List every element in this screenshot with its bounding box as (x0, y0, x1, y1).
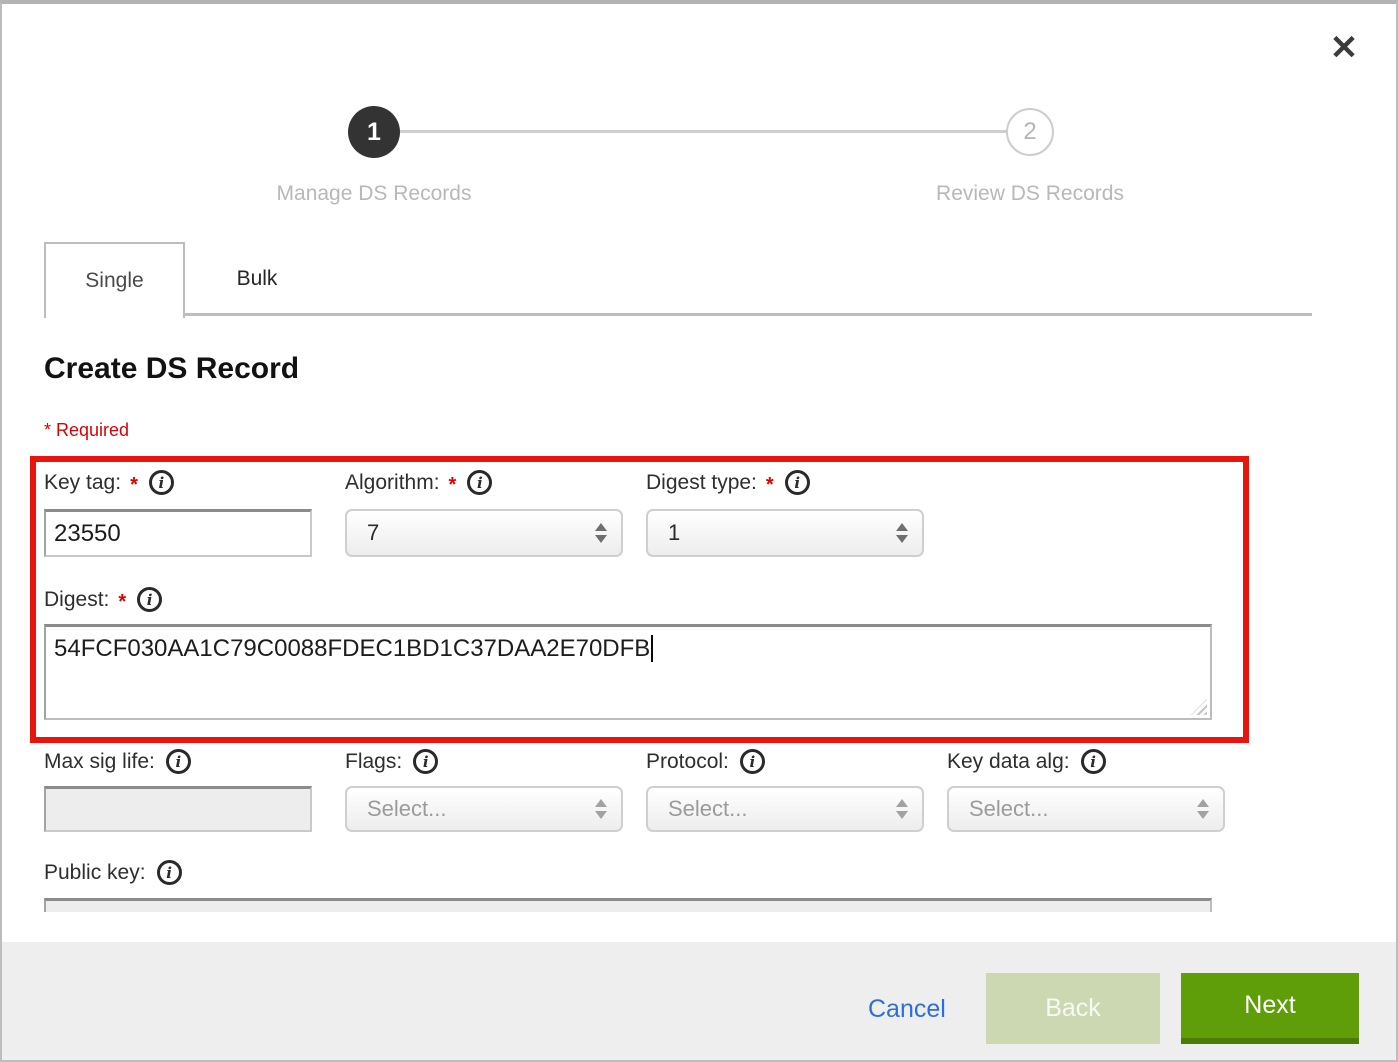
digest-type-select[interactable]: 1 (646, 509, 924, 557)
digest-info-icon[interactable]: i (137, 587, 162, 612)
page-title: Create DS Record (44, 352, 299, 386)
key-data-alg-label: Key data alg: i (947, 749, 1106, 774)
protocol-select-value: Select... (668, 796, 747, 822)
public-key-label-text: Public key: (44, 861, 146, 885)
flags-info-icon[interactable]: i (413, 749, 438, 774)
digest-type-label: Digest type: * i (646, 470, 810, 495)
flags-select[interactable]: Select... (345, 786, 623, 832)
key-tag-input[interactable] (44, 509, 312, 557)
algorithm-select-value: 7 (367, 520, 379, 546)
key-data-alg-label-text: Key data alg: (947, 750, 1070, 774)
protocol-label: Protocol: i (646, 749, 765, 774)
public-key-textarea[interactable] (44, 898, 1212, 912)
key-tag-label: Key tag: * i (44, 470, 174, 495)
algorithm-label: Algorithm: * i (345, 470, 492, 495)
key-tag-info-icon[interactable]: i (149, 470, 174, 495)
key-tag-required-star: * (130, 474, 138, 497)
tab-single[interactable]: Single (44, 242, 185, 318)
close-icon[interactable]: ✕ (1320, 24, 1368, 72)
select-arrows-icon (595, 523, 607, 543)
stepper-connector (374, 130, 1032, 133)
max-sig-life-label: Max sig life: i (44, 749, 191, 774)
required-note: * Required (44, 420, 129, 441)
digest-textarea-value: 54FCF030AA1C79C0088FDEC1BD1C37DAA2E70DFB (54, 635, 650, 662)
key-tag-label-text: Key tag: (44, 471, 121, 495)
algorithm-label-text: Algorithm: (345, 471, 440, 495)
stepper-step-1-circle: 1 (348, 106, 400, 158)
text-cursor (651, 635, 653, 662)
public-key-info-icon[interactable]: i (157, 860, 182, 885)
digest-label-text: Digest: (44, 588, 109, 612)
select-arrows-icon (896, 799, 908, 819)
stepper-step-1-label: Manage DS Records (224, 182, 524, 206)
digest-type-select-value: 1 (668, 520, 680, 546)
protocol-info-icon[interactable]: i (740, 749, 765, 774)
flags-select-value: Select... (367, 796, 446, 822)
digest-type-label-text: Digest type: (646, 471, 757, 495)
flags-label: Flags: i (345, 749, 438, 774)
next-button[interactable]: Next (1181, 973, 1359, 1044)
digest-type-info-icon[interactable]: i (785, 470, 810, 495)
back-button[interactable]: Back (986, 973, 1160, 1044)
algorithm-required-star: * (449, 474, 457, 497)
digest-label: Digest: * i (44, 587, 162, 612)
select-arrows-icon (1197, 799, 1209, 819)
select-arrows-icon (896, 523, 908, 543)
stepper-step-2-label: Review DS Records (880, 182, 1180, 206)
select-arrows-icon (595, 799, 607, 819)
algorithm-select[interactable]: 7 (345, 509, 623, 557)
stepper-step-2-circle: 2 (1006, 108, 1054, 156)
textarea-resize-handle[interactable] (1191, 699, 1207, 715)
protocol-label-text: Protocol: (646, 750, 729, 774)
key-data-alg-info-icon[interactable]: i (1081, 749, 1106, 774)
tab-bulk[interactable]: Bulk (187, 242, 327, 316)
algorithm-info-icon[interactable]: i (467, 470, 492, 495)
digest-textarea[interactable]: 54FCF030AA1C79C0088FDEC1BD1C37DAA2E70DFB (44, 624, 1212, 720)
key-data-alg-select[interactable]: Select... (947, 786, 1225, 832)
key-data-alg-select-value: Select... (969, 796, 1048, 822)
flags-label-text: Flags: (345, 750, 402, 774)
max-sig-life-label-text: Max sig life: (44, 750, 155, 774)
create-ds-record-modal: ✕ 1 2 Manage DS Records Review DS Record… (0, 0, 1398, 1062)
cancel-button[interactable]: Cancel (862, 994, 952, 1025)
max-sig-life-info-icon[interactable]: i (166, 749, 191, 774)
digest-required-star: * (118, 591, 126, 614)
max-sig-life-input[interactable] (44, 786, 312, 832)
public-key-label: Public key: i (44, 860, 182, 885)
digest-type-required-star: * (766, 474, 774, 497)
protocol-select[interactable]: Select... (646, 786, 924, 832)
